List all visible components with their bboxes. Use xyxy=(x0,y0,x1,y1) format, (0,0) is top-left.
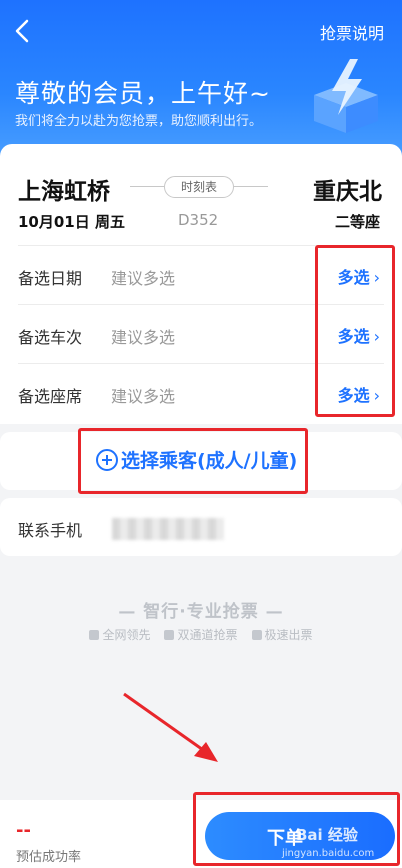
divider-line xyxy=(234,186,268,187)
back-arrow-icon[interactable] xyxy=(10,18,36,44)
contact-label: 联系手机 xyxy=(18,521,83,540)
greeting-title: 尊敬的会员，上午好~ xyxy=(15,79,271,108)
feature-item: 双通道抢票 xyxy=(164,626,238,643)
departure-station: 上海虹桥 xyxy=(18,179,110,205)
travel-date: 10月01日 周五 xyxy=(18,213,125,231)
feature-list: 全网领先 双通道抢票 极速出票 xyxy=(0,626,402,643)
seat-class: 二等座 xyxy=(334,213,380,231)
highlight-box xyxy=(78,428,308,494)
success-rate-label: 预估成功率 xyxy=(16,850,82,865)
divider-line xyxy=(130,186,164,187)
timetable-button[interactable]: 时刻表 xyxy=(164,176,234,198)
option-hint: 建议多选 xyxy=(111,328,176,347)
lightning-icon xyxy=(251,630,262,640)
option-label: 备选车次 xyxy=(18,328,83,347)
phone-number-field[interactable] xyxy=(112,518,224,540)
option-label: 备选日期 xyxy=(18,269,83,288)
feature-item: 全网领先 xyxy=(89,626,150,643)
option-label: 备选座席 xyxy=(18,387,83,406)
greeting-subtitle: 我们将全力以赴为您抢票，助您顺利出行。 xyxy=(15,114,263,129)
feature-item: 极速出票 xyxy=(251,626,313,643)
option-hint: 建议多选 xyxy=(111,387,176,406)
brand-title: — 智行·专业抢票 — xyxy=(118,602,284,622)
highlight-box xyxy=(315,245,395,417)
option-hint: 建议多选 xyxy=(111,269,176,288)
train-number: D352 xyxy=(178,211,219,229)
trophy-icon xyxy=(89,630,100,640)
lightning-box-icon xyxy=(314,59,378,133)
success-rate-value: -- xyxy=(16,820,31,841)
diamond-icon xyxy=(164,630,175,640)
highlight-box xyxy=(193,792,400,866)
help-link[interactable]: 抢票说明 xyxy=(320,20,384,44)
arrival-station: 重庆北 xyxy=(313,179,382,205)
